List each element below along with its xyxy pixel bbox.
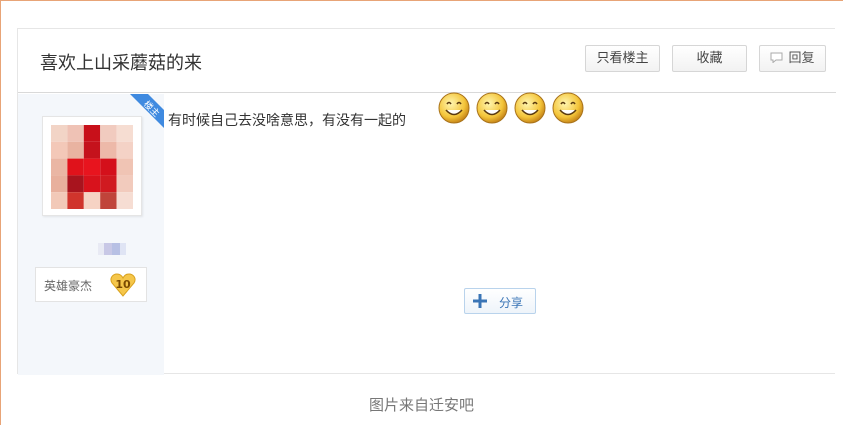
emoji-row — [438, 92, 585, 126]
post-card: 喜欢上山采蘑菇的来 只看楼主 收藏 回复 楼主 英雄豪杰 10 — [17, 28, 836, 375]
thread-title: 喜欢上山采蘑菇的来 — [40, 53, 202, 74]
post-header: 喜欢上山采蘑菇的来 只看楼主 收藏 回复 — [18, 29, 836, 93]
share-button[interactable]: 分享 — [464, 288, 536, 314]
user-info-box: 英雄豪杰 10 — [35, 267, 147, 302]
post-content: 有时候自己去没啥意思，有没有一起的 — [168, 113, 406, 129]
only-op-button[interactable]: 只看楼主 — [585, 45, 660, 72]
reply-button[interactable]: 回复 — [759, 45, 826, 72]
reply-label: 回复 — [788, 51, 815, 66]
smiley-face-icon — [476, 92, 508, 124]
plus-icon — [473, 294, 487, 308]
share-label: 分享 — [499, 296, 524, 310]
image-caption: 图片来自迁安吧 — [368, 396, 474, 414]
smiley-face-icon — [552, 92, 584, 124]
smiley-face-icon — [514, 92, 546, 124]
avatar[interactable] — [42, 116, 142, 216]
author-sidebar: 楼主 英雄豪杰 10 — [18, 94, 164, 375]
pixelated-avatar-image — [51, 125, 133, 209]
username[interactable]: 英雄豪杰 — [44, 277, 92, 294]
smiley-face-icon — [438, 92, 470, 124]
blurred-badge-icon — [98, 243, 126, 255]
favorite-button[interactable]: 收藏 — [672, 45, 747, 72]
level-number: 10 — [115, 278, 131, 291]
comment-bubble-icon — [770, 52, 783, 63]
level-badge: 10 — [110, 273, 136, 297]
